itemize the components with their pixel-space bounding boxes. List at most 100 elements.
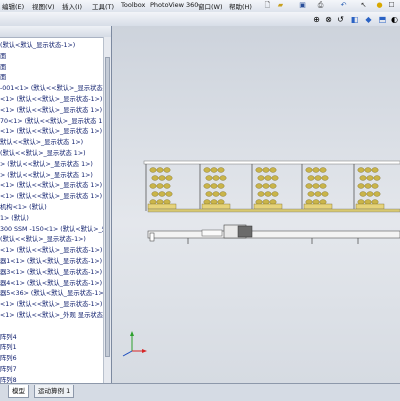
gripper-finger: [366, 175, 374, 181]
gripper-finger: [307, 191, 315, 197]
tab-model[interactable]: 模型: [8, 385, 29, 398]
section-view-icon[interactable]: ◧: [350, 15, 359, 24]
zoom-area-icon[interactable]: ⊗: [324, 15, 333, 24]
tree-item[interactable]: <1> (默认<<默认>_显示状态-1>): [0, 245, 104, 256]
gripper-finger: [321, 191, 329, 197]
tab-motion-study-1[interactable]: 运动算例 1: [34, 385, 75, 398]
tree-item[interactable]: (默认<默认_显示状态-1>): [0, 40, 104, 51]
gripper-finger: [149, 199, 157, 205]
motor-gearbox: [237, 225, 253, 238]
gripper-finger: [203, 167, 211, 173]
gripper-finger: [269, 167, 277, 173]
tree-item[interactable]: <1> (默认<<默认>_显示状态 1>): [0, 126, 104, 137]
open-folder-icon[interactable]: ▰: [276, 1, 285, 10]
rack-base: [147, 203, 177, 210]
rack-group: [147, 167, 177, 210]
tree-item[interactable]: 阵列4: [0, 332, 104, 343]
undo-icon[interactable]: ↶: [339, 1, 348, 10]
gripper-finger: [158, 191, 166, 197]
coordinate-triad: [122, 331, 147, 357]
graphics-area[interactable]: [112, 26, 400, 383]
zoom-to-fit-icon[interactable]: ⊕: [312, 15, 321, 24]
gripper-finger: [271, 191, 279, 197]
new-document-icon[interactable]: 🗋: [263, 1, 272, 10]
gripper-finger: [371, 183, 379, 189]
view-orientation-icon[interactable]: ◆: [364, 15, 373, 24]
menu-tools[interactable]: 工具(T): [92, 1, 114, 11]
tree-item[interactable]: 器4<1> (默认<默认_显示状态-1>): [0, 278, 104, 289]
gripper-finger: [264, 191, 272, 197]
gripper-finger: [371, 199, 379, 205]
gripper-finger: [262, 199, 270, 205]
options-icon[interactable]: ☐: [387, 1, 396, 10]
gripper-finger: [219, 191, 227, 197]
tree-scrollbar-thumb[interactable]: [105, 57, 110, 357]
tree-item[interactable]: 阵列6: [0, 353, 104, 364]
tree-item[interactable]: 器1<1> (默认<默认_显示状态-1>): [0, 256, 104, 267]
tree-item[interactable]: 面: [0, 51, 104, 62]
menu-window[interactable]: 窗口(W): [198, 1, 223, 11]
gripper-finger: [314, 175, 322, 181]
gripper-finger: [305, 199, 313, 205]
tree-item[interactable]: 阵列7: [0, 364, 104, 375]
tree-item[interactable]: 阵列8: [0, 375, 104, 383]
rack-group: [253, 167, 283, 210]
menu-view[interactable]: 视图(V): [32, 1, 55, 11]
gripper-finger: [262, 183, 270, 189]
save-icon[interactable]: ▣: [298, 1, 307, 10]
gripper-finger: [271, 175, 279, 181]
menu-insert[interactable]: 插入(I): [62, 1, 82, 11]
tree-item[interactable]: > (默认<<默认>_显示状态 1>): [0, 159, 104, 170]
tree-item[interactable]: 1> (默认): [0, 213, 104, 224]
base-rail: [147, 230, 400, 239]
gripper-finger: [305, 183, 313, 189]
tree-item[interactable]: <1> (默认<<默认>_显示状态-1>): [0, 299, 104, 310]
tree-item[interactable]: 面: [0, 62, 104, 73]
platform-beam: [147, 208, 400, 213]
tree-item[interactable]: <1> (默认<<默认>_显示状态 1>): [0, 180, 104, 191]
tree-item[interactable]: (默认<<默认>_显示状态 1>): [0, 148, 104, 159]
display-style-icon[interactable]: ⬒: [378, 15, 387, 24]
gripper-finger: [163, 199, 171, 205]
previous-view-icon[interactable]: ↺: [336, 15, 345, 24]
tree-item[interactable]: 默认<<默认>_显示状态 1>): [0, 137, 104, 148]
tree-item[interactable]: -001<1> (默认<<默认>_显示状态 1: [0, 83, 104, 94]
tree-item[interactable]: <1> (默认<<默认>_显示状态-1>): [0, 94, 104, 105]
tree-item[interactable]: 70<1> (默认<<默认>_显示状态 1>): [0, 116, 104, 127]
rack-base: [253, 203, 283, 210]
rebuild-icon[interactable]: ●: [375, 1, 384, 10]
top-rail: [143, 160, 400, 165]
rack-group: [355, 167, 385, 210]
tree-item[interactable]: (默认<<默认>_显示状态-1>): [0, 234, 104, 245]
gripper-finger: [205, 175, 213, 181]
gripper-finger: [269, 183, 277, 189]
tree-item[interactable]: <1> (默认<<默认>_显示状态 1>): [0, 191, 104, 202]
tree-item[interactable]: <1> (默认<<默认>_显示状态 1>): [0, 105, 104, 116]
tree-item[interactable]: 机构<1> (默认): [0, 202, 104, 213]
select-arrow-icon[interactable]: ↖: [359, 1, 368, 10]
menu-toolbox[interactable]: Toolbox: [121, 1, 145, 9]
tree-item[interactable]: > (默认<<默认>_显示状态 1>): [0, 170, 104, 181]
gripper-finger: [257, 191, 265, 197]
gripper-finger: [163, 183, 171, 189]
tree-item[interactable]: 器5<36> (默认<默认_显示状态-1>): [0, 288, 104, 299]
tree-item[interactable]: 器3<1> (默认<默认_显示状态-1>): [0, 267, 104, 278]
tree-item[interactable]: 面: [0, 72, 104, 83]
tree-item[interactable]: 阵列1: [0, 342, 104, 353]
tree-scrollbar[interactable]: [103, 37, 111, 383]
gripper-finger: [371, 167, 379, 173]
gripper-finger: [217, 167, 225, 173]
gripper-finger: [255, 167, 263, 173]
gripper-finger: [262, 167, 270, 173]
hide-show-icon[interactable]: ◐: [390, 15, 399, 24]
tree-item[interactable]: <1> (默认<<默认>_外观 显示状态: [0, 310, 104, 321]
print-icon[interactable]: ⎙: [316, 1, 325, 10]
menu-photoview[interactable]: PhotoView 360: [150, 1, 198, 9]
gripper-finger: [212, 175, 220, 181]
tree-item[interactable]: [0, 321, 104, 332]
rack-base: [355, 203, 385, 210]
tree-item[interactable]: 300 SSM -150<1> (默认<默认>_外: [0, 224, 104, 235]
gripper-finger: [210, 183, 218, 189]
menu-edit[interactable]: 编辑(E): [2, 1, 24, 11]
menu-help[interactable]: 帮助(H): [229, 1, 252, 11]
